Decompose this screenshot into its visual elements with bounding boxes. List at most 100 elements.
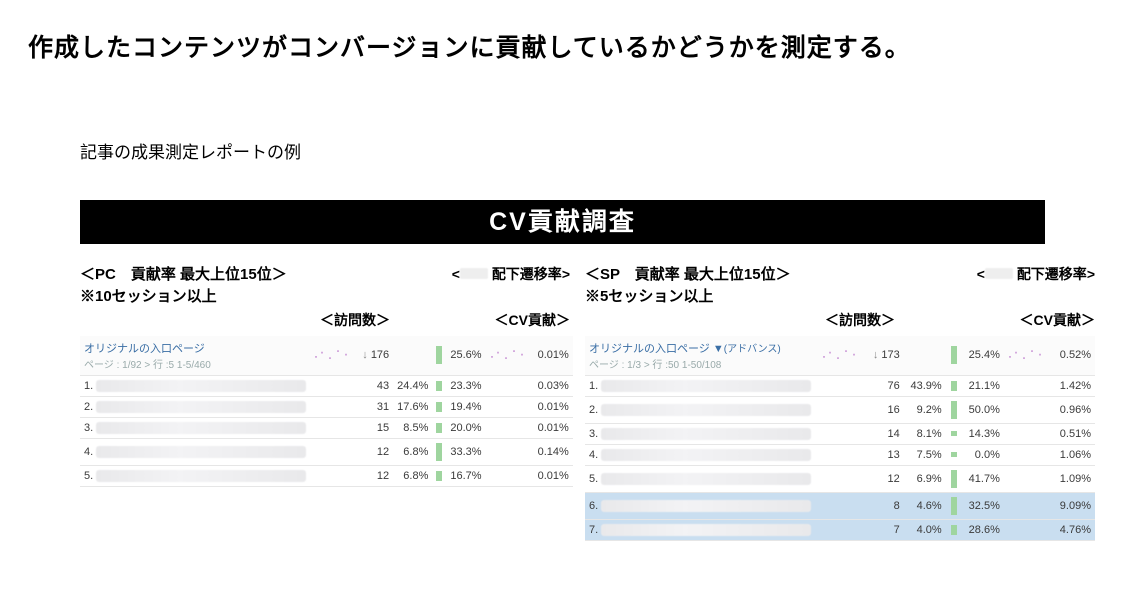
table-row: 7. 74.0%28.6%4.76% [585, 519, 1095, 540]
visits-pct: 6.8% [393, 465, 432, 486]
rate-bar [951, 381, 957, 391]
redacted-page-name [601, 380, 811, 392]
rate-bar [436, 423, 442, 433]
visits-pct: 9.2% [904, 396, 946, 423]
transition-rate: 32.5% [962, 492, 1004, 519]
transition-rate: 23.3% [446, 375, 485, 396]
transition-rate: 14.3% [962, 423, 1004, 444]
visits-pct: 43.9% [904, 375, 946, 396]
row-index: 4. [589, 449, 598, 461]
row-index: 2. [589, 404, 598, 416]
row-index: 1. [84, 380, 93, 392]
cv-contribution: 0.51% [1053, 423, 1095, 444]
transition-rate: 0.0% [962, 444, 1004, 465]
sp-table: オリジナルの入口ページ ▼(アドバンス) ページ : 1/3 > 行 :50 1… [585, 336, 1095, 541]
row-index: 6. [589, 500, 598, 512]
sparkline-icon [490, 347, 530, 361]
table-row: 6. 84.6% 32.5% 9.09% [585, 492, 1095, 519]
table-row: 5. 126.8%16.7%0.01% [80, 465, 573, 486]
sp-summary-row: オリジナルの入口ページ ▼(アドバンス) ページ : 1/3 > 行 :50 1… [585, 336, 1095, 376]
sp-heading: ＜SP 貢献率 最大上位15位＞ [585, 264, 791, 286]
row-index: 7. [589, 524, 598, 536]
redacted-page-name [601, 473, 811, 485]
transition-rate: 21.1% [962, 375, 1004, 396]
visits-value: 76 [867, 375, 904, 396]
rate-bar [951, 401, 957, 419]
cv-contribution: 0.96% [1053, 396, 1095, 423]
rate-bar [436, 471, 442, 481]
subtitle: 記事の成果測定レポートの例 [80, 138, 301, 163]
table-row: 4. 126.8%33.3%0.14% [80, 438, 573, 465]
transition-rate: 28.6% [962, 519, 1004, 540]
visits-value: 7 [867, 519, 904, 540]
rate-bar [436, 443, 442, 461]
rate-bar [951, 452, 957, 457]
table-row: 3. 148.1% 14.3% 0.51% [585, 423, 1095, 444]
slide: { "title": "作成したコンテンツがコンバージョンに貢献しているかどうか… [0, 0, 1126, 590]
visits-pct: 24.4% [393, 375, 432, 396]
cv-contribution: 0.03% [534, 375, 573, 396]
pc-panel: ＜PC 貢献率 最大上位15位＞ ※10セッション以上 < 配下遷移率> ＜訪問… [80, 264, 570, 487]
sparkline-icon [1008, 347, 1048, 361]
redacted-page-name [96, 401, 306, 413]
sp-note: ※5セッション以上 [585, 286, 791, 308]
visits-value: 8 [867, 492, 904, 519]
visits-value: 14 [867, 423, 904, 444]
col-rate-label: 配下遷移率 [492, 266, 562, 282]
redacted-page-name [96, 470, 306, 482]
row-index: 3. [84, 422, 93, 434]
rate-bar [951, 497, 957, 515]
row-index: 1. [589, 380, 598, 392]
visits-pct: 6.9% [904, 465, 946, 492]
visits-value: 12 [358, 465, 393, 486]
redacted-label [985, 268, 1013, 279]
visits-value: 15 [358, 417, 393, 438]
pc-heading: ＜PC 貢献率 最大上位15位＞ [80, 264, 287, 286]
visits-pct: 7.5% [904, 444, 946, 465]
cv-contribution: 0.14% [534, 438, 573, 465]
row-index: 4. [84, 446, 93, 458]
col-cv-label: ＜CV貢献＞ [1020, 312, 1095, 328]
pc-note: ※10セッション以上 [80, 286, 287, 308]
entry-page-label: オリジナルの入口ページ [589, 343, 710, 355]
cv-contribution: 0.01% [534, 417, 573, 438]
cv-contribution: 1.06% [1053, 444, 1095, 465]
transition-rate: 16.7% [446, 465, 485, 486]
visits-pct: 6.8% [393, 438, 432, 465]
row-index: 2. [84, 401, 93, 413]
col-rate-label: 配下遷移率 [1017, 266, 1087, 282]
pc-summary-row: オリジナルの入口ページ ページ : 1/92 > 行 :5 1-5/460 ↓ … [80, 336, 573, 376]
sort-down-icon: ↓ [362, 349, 368, 361]
row-index: 5. [589, 473, 598, 485]
transition-rate: 50.0% [962, 396, 1004, 423]
table-row: 4. 137.5% 0.0% 1.06% [585, 444, 1095, 465]
row-index: 5. [84, 470, 93, 482]
redacted-page-name [601, 404, 811, 416]
row-index: 3. [589, 428, 598, 440]
section-banner: CV貢献調査 [80, 200, 1045, 244]
visits-pct: 8.1% [904, 423, 946, 444]
rate-bar [951, 470, 957, 488]
page-title: 作成したコンテンツがコンバージョンに貢献しているかどうかを測定する。 [28, 28, 911, 64]
table-row: 5. 126.9%41.7%1.09% [585, 465, 1095, 492]
sort-down-icon: ↓ [873, 349, 879, 361]
transition-rate: 19.4% [446, 396, 485, 417]
visits-value: 43 [358, 375, 393, 396]
visits-value: 12 [358, 438, 393, 465]
col-visits-label: ＜訪問数＞ [320, 310, 390, 330]
table-row: 1. 7643.9% 21.1% 1.42% [585, 375, 1095, 396]
visits-pct: 4.0% [904, 519, 946, 540]
visits-pct: 4.6% [904, 492, 946, 519]
cv-contribution: 9.09% [1053, 492, 1095, 519]
redacted-page-name [96, 446, 306, 458]
redacted-page-name [601, 449, 811, 461]
transition-rate: 20.0% [446, 417, 485, 438]
redacted-page-name [96, 380, 306, 392]
table-row: 3. 158.5%20.0%0.01% [80, 417, 573, 438]
visits-value: 13 [867, 444, 904, 465]
sparkline-icon [314, 347, 354, 361]
cv-contribution: 1.42% [1053, 375, 1095, 396]
col-cv-label: ＜CV貢献＞ [495, 312, 570, 328]
visits-value: 16 [867, 396, 904, 423]
rate-bar [951, 525, 957, 535]
